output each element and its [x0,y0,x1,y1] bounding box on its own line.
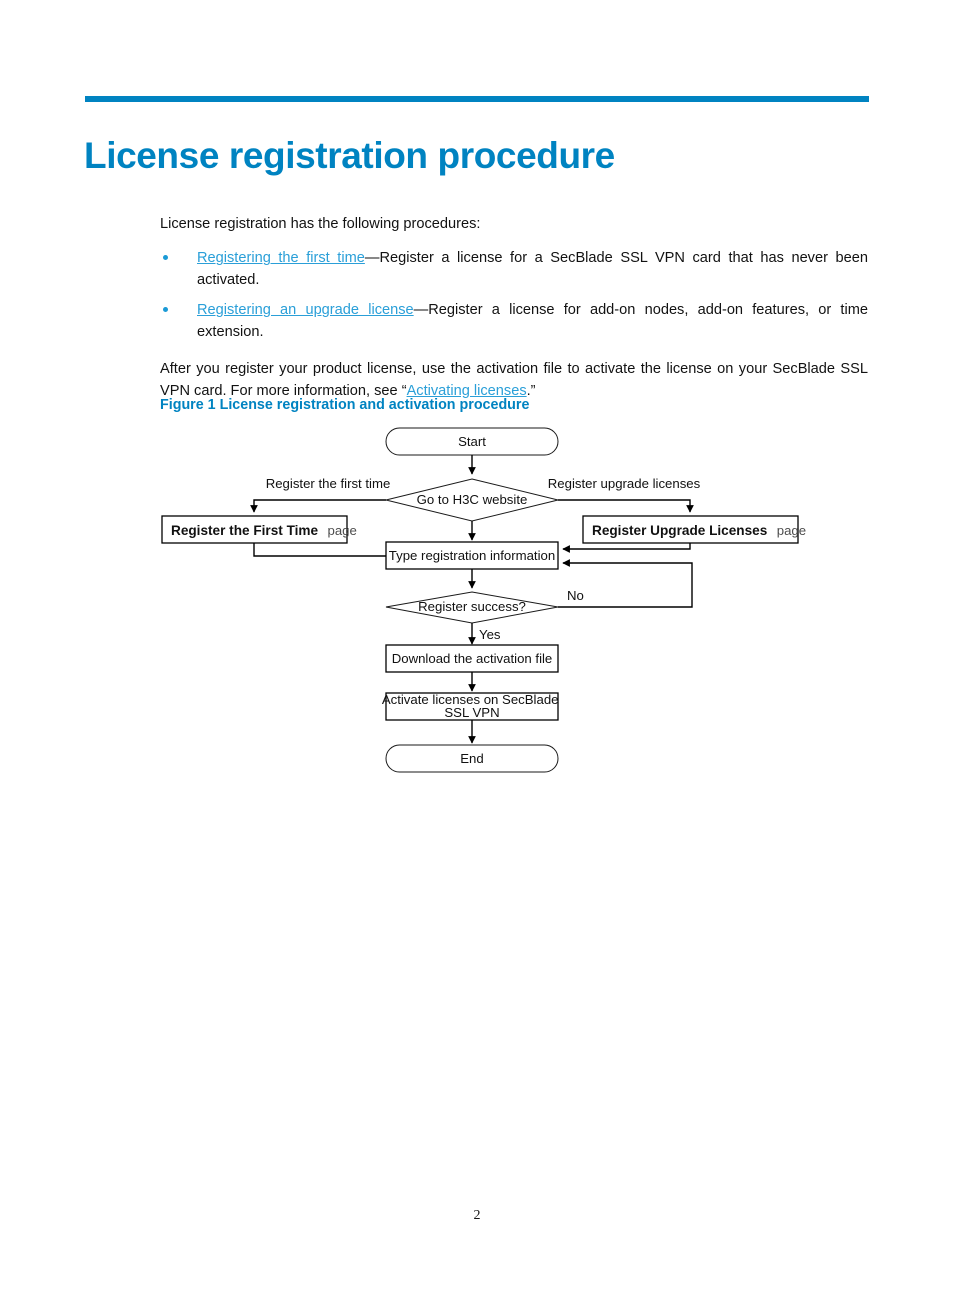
upgrade-page-bold-text: Register Upgrade Licenses [592,523,767,538]
connector-first-time-page-to-type-info [253,543,386,557]
flow-node-first-time-page-label: Register the First Time page [171,522,357,539]
connector-website-to-upgrade-page [558,499,694,513]
edge-label-register-first-time: Register the first time [266,476,391,491]
flow-node-type-registration-information-label: Type registration information [389,548,555,563]
flow-node-first-time-page: Register the First Time page [161,515,357,544]
flow-node-go-to-website: Go to H3C website [385,478,559,522]
flow-node-register-success: Register success? [385,591,559,624]
page-number: 2 [473,1208,481,1223]
flow-node-start-label: Start [458,434,486,449]
flow-node-type-registration-information: Type registration information [385,541,559,570]
connector-website-to-first-time-page [250,499,386,513]
flow-node-go-to-website-label: Go to H3C website [417,492,528,507]
flow-node-end-label: End [460,751,483,766]
connector-upgrade-page-to-type-info [562,543,691,553]
first-time-page-bold-text: Register the First Time [171,523,318,538]
flow-node-end: End [385,744,559,773]
edge-label-no: No [567,588,584,603]
upgrade-page-suffix-text: page [777,523,806,538]
edge-label-yes: Yes [479,627,501,642]
flow-node-register-success-label: Register success? [418,599,526,614]
flow-node-start: Start [385,427,559,456]
flow-node-download-activation-file: Download the activation file [385,644,559,673]
flow-node-download-activation-file-label: Download the activation file [392,651,553,666]
flowchart-figure-1: Start Go to H3C website Register the fir… [0,0,954,1296]
flow-node-activate-licenses: Activate licenses on SecBlade SSL VPN [382,692,559,721]
first-time-page-suffix-text: page [328,523,357,538]
edge-label-register-upgrade-licenses: Register upgrade licenses [548,476,701,491]
flow-node-upgrade-page: Register Upgrade Licenses page [582,515,806,544]
activate-line-2: SSL VPN [444,705,499,720]
